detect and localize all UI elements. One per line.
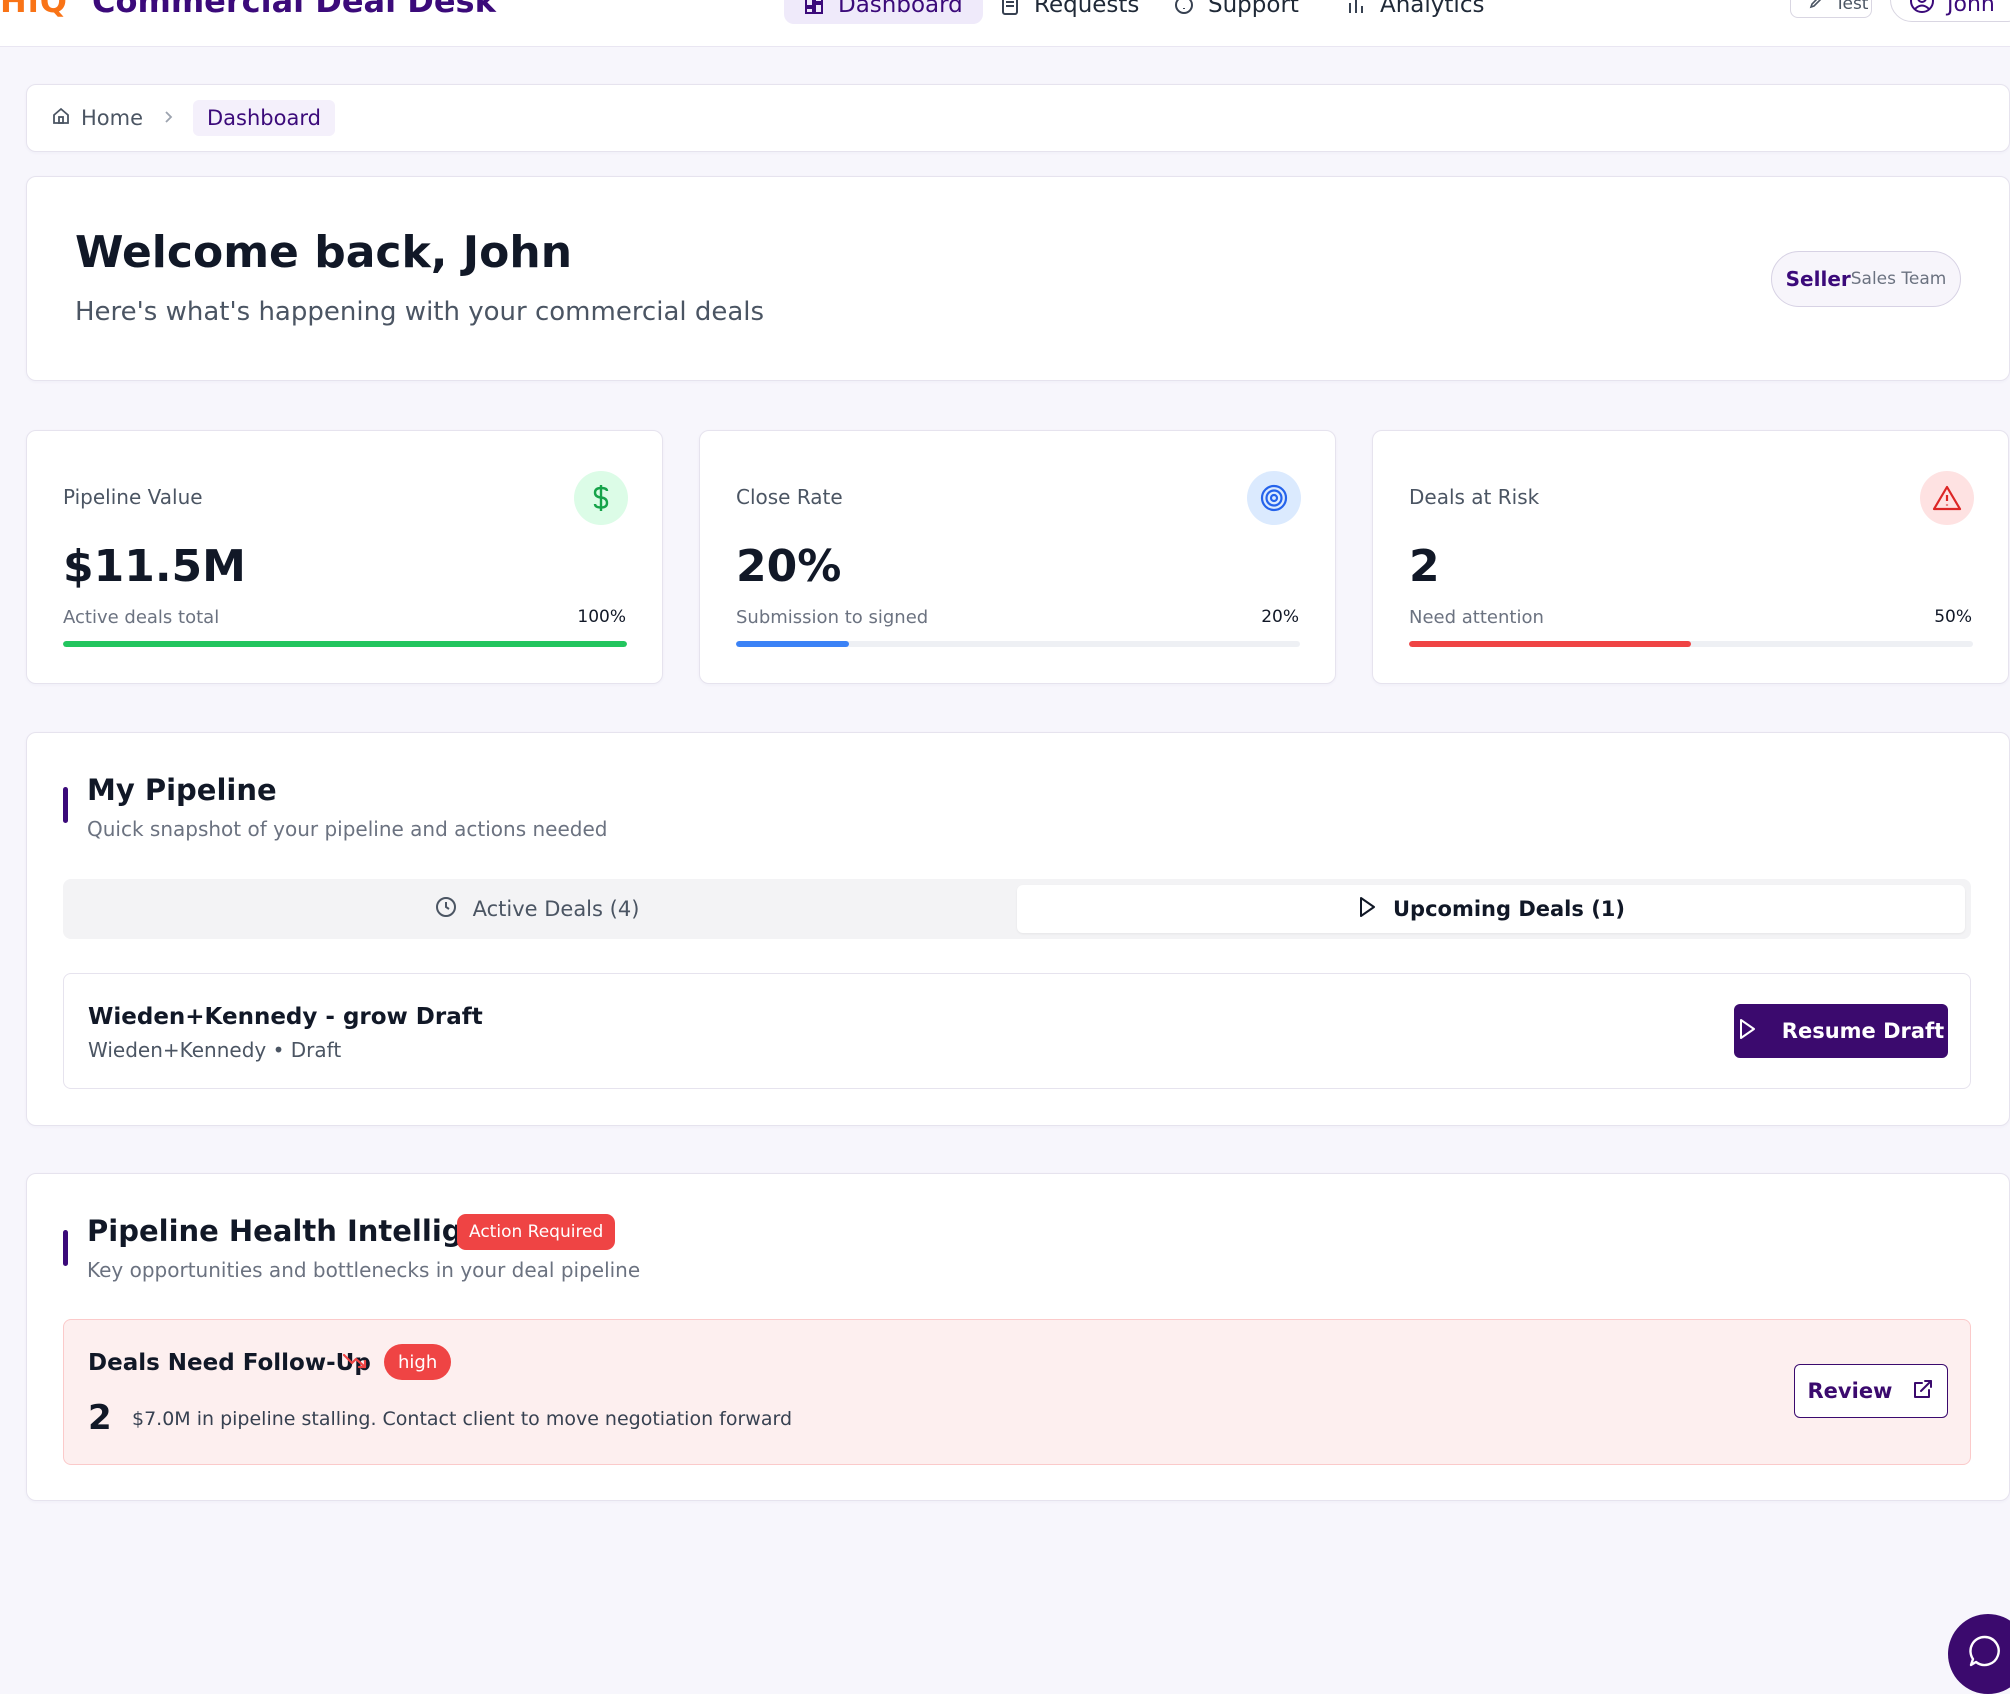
progress-bar: [736, 641, 1300, 647]
role-main-label: Seller: [1785, 267, 1851, 291]
pipeline-health-section: Pipeline Health Intelligence Action Requ…: [26, 1173, 2010, 1501]
resume-draft-label: Resume Draft: [1781, 1019, 1945, 1043]
stat-caption: Active deals total: [63, 607, 220, 628]
tab-label: Upcoming Deals (1): [1393, 897, 1625, 921]
nav-support[interactable]: Support: [1154, 0, 1319, 24]
stat-percent: 50%: [1934, 607, 1972, 627]
external-link-icon: [1912, 1378, 1934, 1405]
stat-card-deals-at-risk: Deals at Risk 2 Need attention 50%: [1372, 430, 2009, 684]
alert-description: $7.0M in pipeline stalling. Contact clie…: [132, 1408, 792, 1430]
nav-requests[interactable]: Requests: [980, 0, 1159, 24]
deal-name: Wieden+Kennedy - grow Draft: [88, 1004, 483, 1030]
nav-analytics-label: Analytics: [1380, 0, 1485, 18]
dashboard-icon: [804, 0, 824, 15]
breadcrumb-home[interactable]: Home: [51, 106, 143, 131]
progress-fill: [736, 641, 849, 647]
stat-value: $11.5M: [63, 541, 246, 592]
nav-dashboard[interactable]: Dashboard: [784, 0, 983, 24]
breadcrumb: Home Dashboard: [26, 84, 2010, 152]
pipeline-tabs: Active Deals (4) Upcoming Deals (1): [63, 879, 1971, 939]
stat-percent: 100%: [577, 607, 626, 627]
section-accent: [63, 1230, 68, 1266]
page-title: Welcome back, John: [75, 227, 573, 278]
help-circle-icon: [1174, 0, 1194, 15]
stat-label: Pipeline Value: [63, 485, 203, 509]
dollar-icon: [574, 471, 628, 525]
stat-label: Deals at Risk: [1409, 485, 1540, 509]
progress-bar: [1409, 641, 1973, 647]
follow-up-alert: Deals Need Follow-Up high 2 $7.0M in pip…: [63, 1319, 1971, 1465]
play-icon: [1357, 896, 1377, 923]
nav-dashboard-label: Dashboard: [838, 0, 963, 18]
nav-support-label: Support: [1208, 0, 1299, 18]
alert-count: 2: [88, 1398, 112, 1438]
priority-badge: high: [384, 1344, 452, 1380]
section-accent: [63, 787, 68, 823]
test-button[interactable]: Test: [1790, 0, 1872, 18]
app-title: Commercial Deal Desk: [92, 0, 496, 20]
action-required-badge: Action Required: [457, 1214, 616, 1250]
alert-title: Deals Need Follow-Up: [88, 1350, 371, 1376]
top-navigation-bar: HiQ Commercial Deal Desk Dashboard Reque…: [0, 0, 2010, 47]
nav-requests-label: Requests: [1034, 0, 1140, 18]
test-button-label: Test: [1835, 0, 1869, 14]
stat-caption: Need attention: [1409, 607, 1544, 628]
tab-active-deals[interactable]: Active Deals (4): [63, 885, 1011, 933]
tab-label: Active Deals (4): [472, 897, 640, 921]
page-subtitle: Here's what's happening with your commer…: [75, 297, 765, 327]
alert-triangle-icon: [1920, 471, 1974, 525]
chat-button[interactable]: [1948, 1614, 2010, 1694]
deal-meta: Wieden+Kennedy • Draft: [88, 1038, 342, 1062]
section-subtitle: Quick snapshot of your pipeline and acti…: [87, 817, 608, 841]
document-icon: [1000, 0, 1020, 15]
stat-card-pipeline-value: Pipeline Value $11.5M Active deals total…: [26, 430, 663, 684]
pipeline-section: My Pipeline Quick snapshot of your pipel…: [26, 732, 2010, 1126]
breadcrumb-current: Dashboard: [193, 100, 335, 136]
progress-fill: [63, 641, 627, 647]
deal-card[interactable]: Wieden+Kennedy - grow Draft Wieden+Kenne…: [63, 973, 1971, 1089]
progress-fill: [1409, 641, 1691, 647]
resume-draft-button[interactable]: Resume Draft: [1734, 1004, 1948, 1058]
stat-value: 20%: [736, 541, 842, 592]
chat-bubble-icon: [1968, 1634, 2002, 1672]
progress-bar: [63, 641, 627, 647]
nav-analytics[interactable]: Analytics: [1326, 0, 1504, 24]
review-label: Review: [1807, 1379, 1893, 1403]
clock-icon: [435, 896, 457, 923]
stat-percent: 20%: [1261, 607, 1299, 627]
user-name: John: [1947, 0, 1995, 17]
stat-caption: Submission to signed: [736, 607, 929, 628]
stat-label: Close Rate: [736, 485, 843, 509]
user-menu-button[interactable]: John: [1890, 0, 2010, 22]
welcome-card: Welcome back, John Here's what's happeni…: [26, 176, 2010, 381]
role-sub-label: Sales Team: [1850, 269, 1947, 289]
home-icon: [51, 106, 71, 131]
pencil-icon: [1809, 0, 1823, 14]
bar-chart-icon: [1346, 0, 1366, 15]
role-badge[interactable]: Seller Sales Team: [1771, 251, 1961, 307]
review-button[interactable]: Review: [1794, 1364, 1948, 1418]
target-icon: [1247, 471, 1301, 525]
section-subtitle: Key opportunities and bottlenecks in you…: [87, 1258, 641, 1282]
chevron-right-icon: [163, 108, 173, 129]
stat-card-close-rate: Close Rate 20% Submission to signed 20%: [699, 430, 1336, 684]
tab-upcoming-deals[interactable]: Upcoming Deals (1): [1017, 885, 1965, 933]
section-title: My Pipeline: [87, 773, 277, 807]
user-circle-icon: [1909, 0, 1935, 20]
play-icon: [1738, 1018, 1756, 1045]
trending-down-icon: [342, 1350, 368, 1372]
app-logo[interactable]: HiQ: [0, 0, 68, 20]
breadcrumb-home-label: Home: [81, 106, 144, 130]
stat-value: 2: [1409, 541, 1440, 592]
